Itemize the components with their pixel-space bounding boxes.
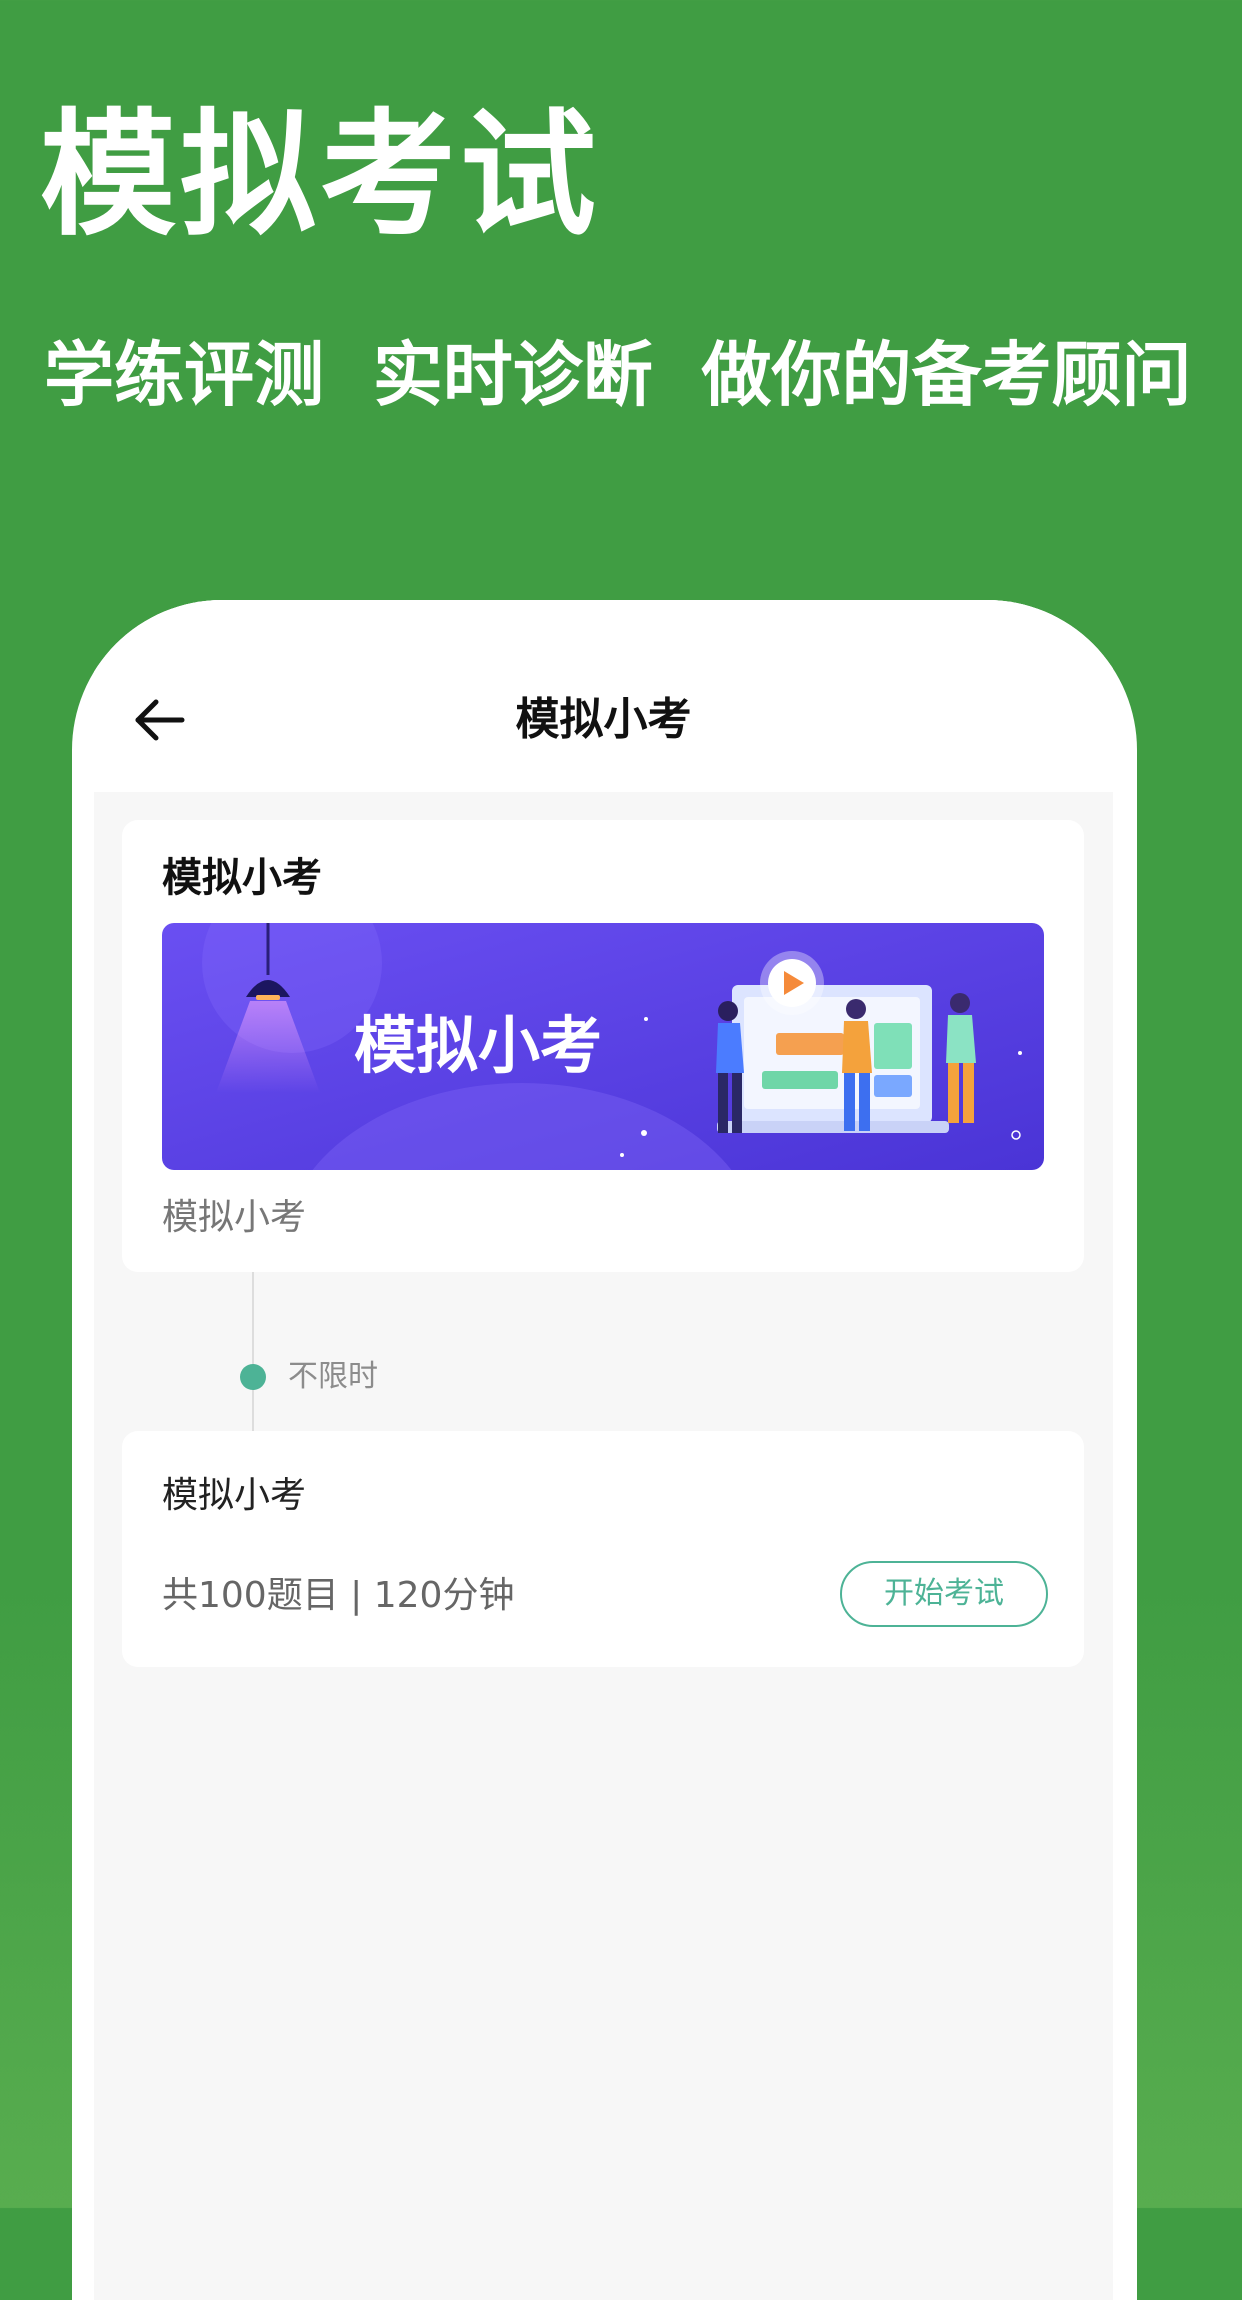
timeline-dot	[240, 1364, 266, 1390]
promo-subtitle: 学练评测 实时诊断 做你的备考顾问	[44, 334, 1192, 416]
exam-meta: 共100题目 | 120分钟	[162, 1575, 515, 1616]
exam-card: 模拟小考 共100题目 | 120分钟 开始考试	[122, 1431, 1084, 1667]
page-title: 模拟小考	[515, 694, 692, 745]
card-title: 模拟小考	[162, 855, 322, 901]
start-exam-button[interactable]: 开始考试	[840, 1561, 1048, 1627]
exam-title: 模拟小考	[162, 1475, 307, 1516]
time-limit-label: 不限时	[288, 1359, 378, 1394]
play-icon	[760, 951, 824, 1015]
banner-image: 模拟小考	[162, 923, 1044, 1170]
exam-info-card: 模拟小考 模拟小考 模拟小考	[122, 820, 1084, 1272]
banner-heading: 模拟小考	[354, 1009, 602, 1082]
nav-bar: 模拟小考	[94, 600, 1113, 792]
app-screen: 模拟小考 模拟小考 模拟小考 模拟小考 不限时 模拟小考 共100题目 | 12…	[94, 600, 1113, 2300]
banner-illustration: 模拟小考	[162, 923, 1044, 1170]
card-description: 模拟小考	[162, 1197, 307, 1238]
promo-title: 模拟考试	[40, 97, 600, 255]
phone-mockup: 模拟小考 模拟小考 模拟小考 模拟小考 不限时 模拟小考 共100题目 | 12…	[72, 600, 1137, 2300]
timeline-line	[252, 1272, 254, 1432]
